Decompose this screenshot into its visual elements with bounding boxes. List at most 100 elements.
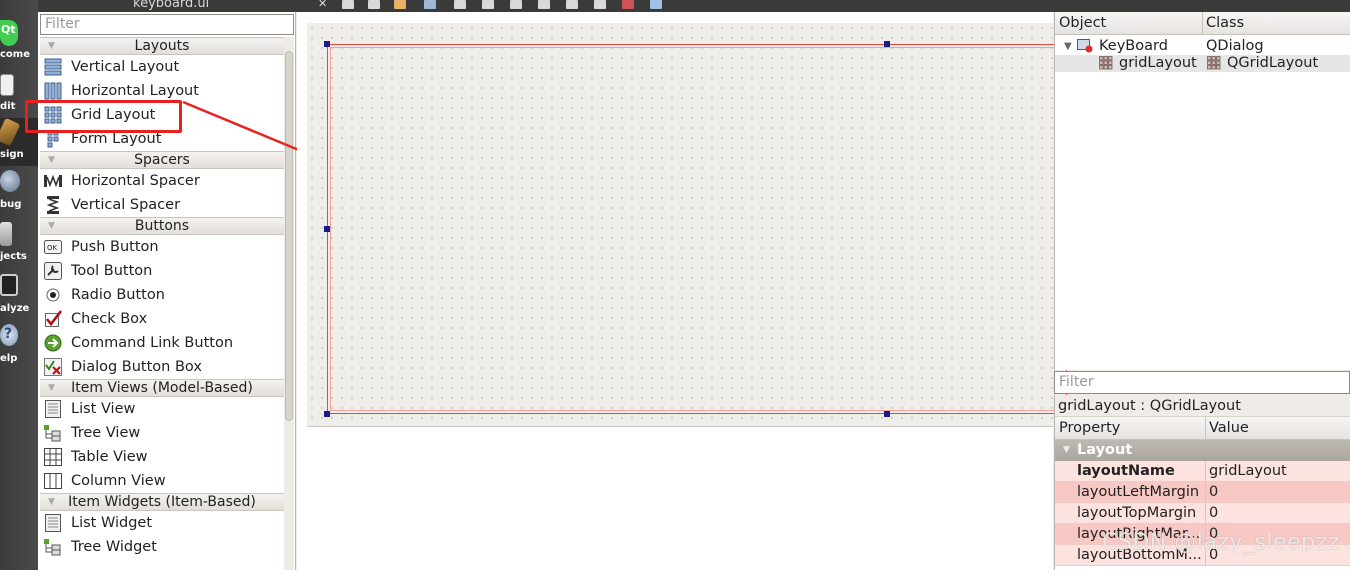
category-item-views[interactable]: ▼ Item Views (Model-Based)	[40, 379, 284, 397]
property-value[interactable]: gridLayout	[1209, 461, 1287, 482]
column-view-icon	[44, 472, 62, 490]
widget-label: Tree Widget	[71, 539, 157, 555]
property-name: layoutLeftMargin	[1077, 484, 1200, 500]
column-separator[interactable]	[1205, 417, 1206, 440]
list-view-icon	[44, 400, 62, 418]
category-title: Item Widgets (Item-Based)	[68, 494, 256, 510]
column-separator	[1205, 461, 1206, 482]
collapse-triangle-icon: ▼	[48, 41, 55, 51]
grid-layout-class-icon	[1207, 56, 1221, 70]
collapse-triangle-icon[interactable]: ▼	[1063, 440, 1070, 461]
property-value[interactable]: 0	[1209, 503, 1218, 524]
resize-handle-top-left[interactable]	[324, 41, 330, 47]
widget-vertical-spacer[interactable]: Vertical Spacer	[40, 193, 284, 217]
resize-handle-bottom-left[interactable]	[324, 411, 330, 417]
category-title: Buttons	[134, 218, 190, 234]
property-group-layout[interactable]: ▼ Layout	[1055, 440, 1350, 461]
edit-buddies-icon[interactable]	[394, 0, 406, 9]
widget-label: Check Box	[71, 311, 148, 327]
property-value[interactable]: 0	[1209, 482, 1218, 503]
lay-out-splitter-v-icon[interactable]	[538, 0, 550, 9]
form-canvas-keyboard[interactable]	[307, 23, 1086, 427]
edit-tab-order-icon[interactable]	[424, 0, 436, 9]
widget-tree-view[interactable]: Tree View	[40, 421, 284, 445]
column-header-object[interactable]: Object	[1059, 12, 1106, 35]
property-row[interactable]: layoutName gridLayout	[1055, 461, 1350, 482]
column-separator[interactable]	[1202, 12, 1203, 35]
category-title: Item Views (Model-Based)	[71, 380, 253, 396]
column-header-property[interactable]: Property	[1059, 417, 1120, 440]
help-question-icon: ?	[0, 324, 18, 346]
expand-triangle-icon[interactable]: ▼	[1064, 38, 1072, 55]
lay-out-splitter-h-icon[interactable]	[510, 0, 522, 9]
widget-vertical-layout[interactable]: Vertical Layout	[40, 55, 284, 79]
widget-dialog-button-box[interactable]: Dialog Button Box	[40, 355, 284, 379]
lay-out-vertically-icon[interactable]	[482, 0, 494, 9]
mode-welcome[interactable]: Qt come	[0, 18, 38, 66]
widget-label: Table View	[71, 449, 148, 465]
category-buttons[interactable]: ▼ Buttons	[40, 217, 284, 235]
lay-out-horizontally-icon[interactable]	[454, 0, 466, 9]
category-item-widgets[interactable]: ▼ Item Widgets (Item-Based)	[40, 493, 284, 511]
resize-handle-top[interactable]	[884, 41, 890, 47]
widget-column-view[interactable]: Column View	[40, 469, 284, 493]
lay-out-form-icon[interactable]	[566, 0, 578, 9]
grid-layout-frame[interactable]	[327, 44, 1086, 414]
widget-list-widget[interactable]: List Widget	[40, 511, 284, 535]
category-layouts[interactable]: ▼ Layouts	[40, 37, 284, 55]
push-button-icon: OK	[44, 238, 62, 256]
edit-signals-icon[interactable]	[368, 0, 380, 9]
lay-out-grid-icon[interactable]	[594, 0, 606, 9]
widget-label: Tree View	[71, 425, 141, 441]
widget-command-link-button[interactable]: Command Link Button	[40, 331, 284, 355]
annotation-highlight-box	[25, 100, 182, 133]
close-icon[interactable]: ✕	[318, 0, 328, 9]
property-group-title: Layout	[1077, 442, 1133, 458]
tree-widget-icon	[44, 538, 62, 556]
widget-check-box[interactable]: Check Box	[40, 307, 284, 331]
widget-label: Vertical Layout	[71, 59, 180, 75]
edit-document-icon	[0, 74, 14, 96]
property-filter-input[interactable]: Filter	[1054, 371, 1350, 394]
mode-analyze[interactable]: alyze	[0, 272, 38, 320]
edit-widgets-icon[interactable]	[342, 0, 354, 9]
file-tab[interactable]: keyboard.ui	[133, 0, 209, 11]
property-row[interactable]: layoutLeftMargin 0	[1055, 482, 1350, 503]
widget-list-view[interactable]: List View	[40, 397, 284, 421]
mode-label: dit	[0, 101, 16, 112]
widget-label: Radio Button	[71, 287, 165, 303]
mode-label: sign	[0, 149, 24, 160]
widget-label: Column View	[71, 473, 166, 489]
list-widget-icon	[44, 514, 62, 532]
property-row[interactable]: layoutTopMargin 0	[1055, 503, 1350, 524]
widget-tool-button[interactable]: Tool Button	[40, 259, 284, 283]
svg-text:OK: OK	[47, 244, 58, 252]
mode-help[interactable]: ? elp	[0, 322, 38, 370]
column-header-class[interactable]: Class	[1206, 12, 1244, 35]
mode-debug[interactable]: bug	[0, 168, 38, 216]
widget-tree-widget[interactable]: Tree Widget	[40, 535, 284, 559]
mode-projects[interactable]: jects	[0, 220, 38, 268]
property-editor-header: Property Value	[1055, 417, 1350, 440]
watermark-text: CSDN @lazy_sleepzz	[1102, 530, 1340, 555]
widget-label: Tool Button	[71, 263, 153, 279]
widget-table-view[interactable]: Table View	[40, 445, 284, 469]
form-editor-area	[297, 12, 1086, 570]
collapse-triangle-icon: ▼	[48, 221, 55, 231]
break-layout-icon[interactable]	[622, 0, 634, 9]
widget-filter-input[interactable]: Filter	[40, 14, 294, 35]
object-row-keyboard[interactable]: ▼ KeyBoard QDialog	[1055, 38, 1350, 55]
vertical-spacer-icon	[44, 196, 62, 214]
object-row-gridlayout[interactable]: gridLayout QGridLayout	[1055, 55, 1350, 72]
mode-label: jects	[0, 251, 27, 262]
adjust-size-icon[interactable]	[650, 0, 662, 9]
projects-wrench-icon	[0, 222, 12, 246]
widget-push-button[interactable]: OK Push Button	[40, 235, 284, 259]
resize-handle-left[interactable]	[324, 226, 330, 232]
column-header-value[interactable]: Value	[1209, 417, 1249, 440]
mode-label: alyze	[0, 303, 30, 314]
widget-radio-button[interactable]: Radio Button	[40, 283, 284, 307]
resize-handle-bottom[interactable]	[884, 411, 890, 417]
widget-horizontal-spacer[interactable]: Horizontal Spacer	[40, 169, 284, 193]
collapse-triangle-icon: ▼	[48, 155, 55, 165]
